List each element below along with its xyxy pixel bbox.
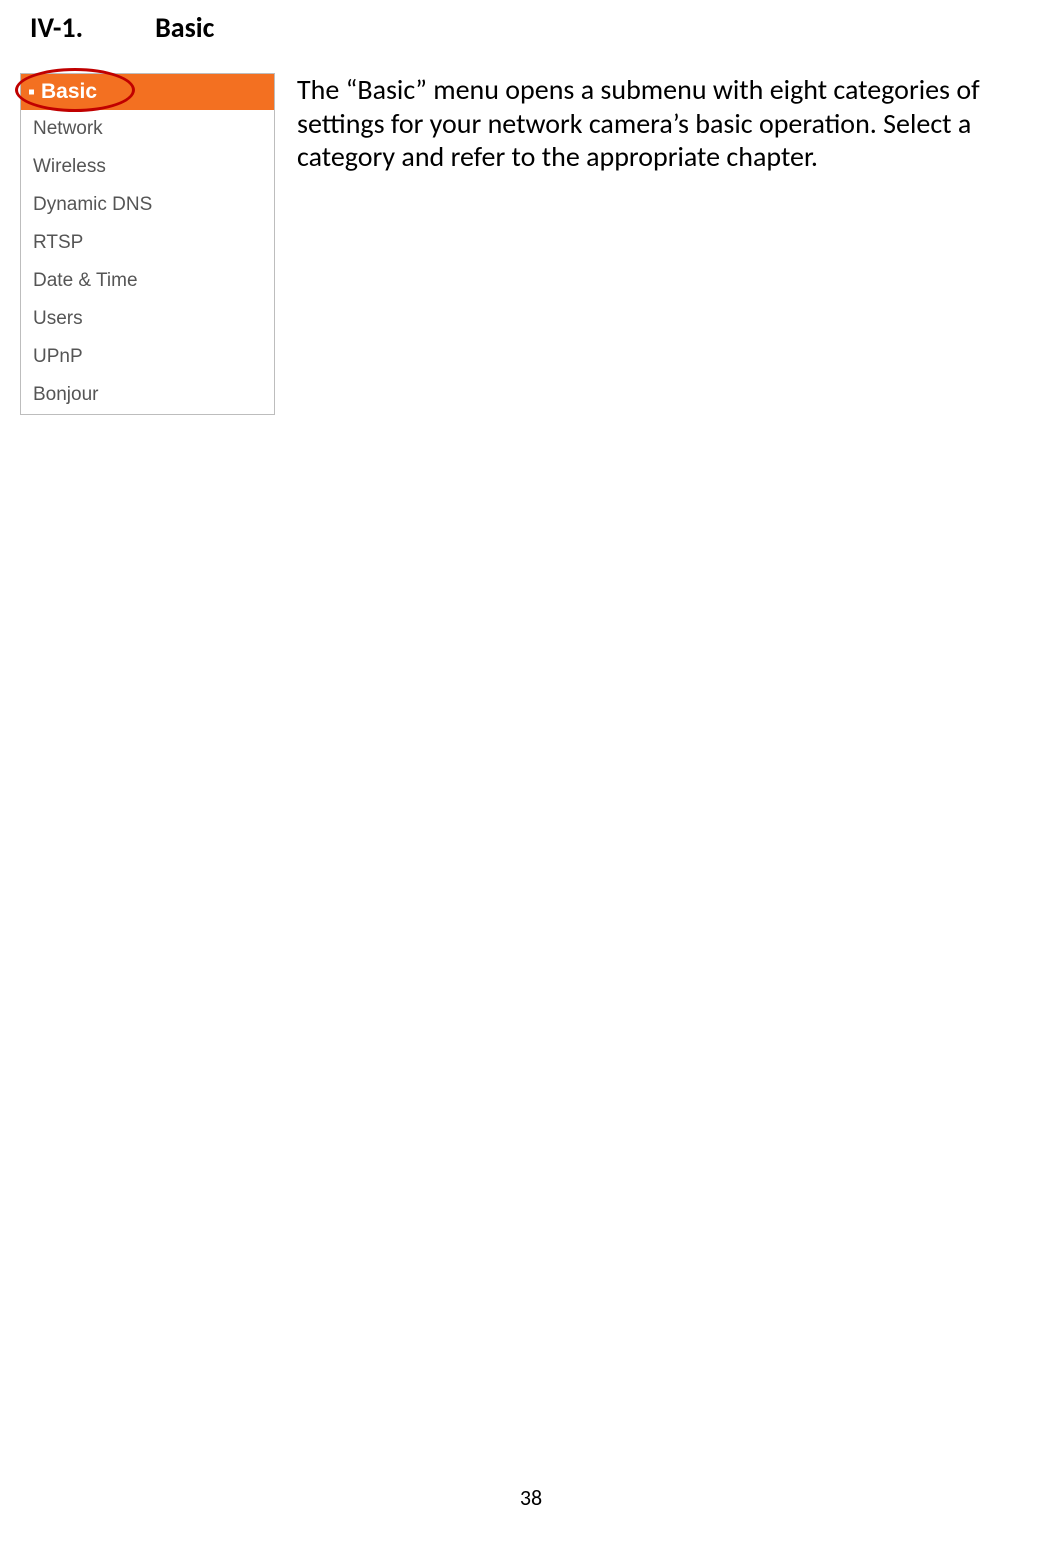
menu-item-bonjour[interactable]: Bonjour (21, 376, 274, 414)
menu-item-users[interactable]: Users (21, 300, 274, 338)
heading-title: Basic (155, 10, 214, 45)
menu-item-dynamic-dns[interactable]: Dynamic DNS (21, 186, 274, 224)
content-row: Basic Network Wireless Dynamic DNS RTSP … (20, 73, 1042, 415)
menu-items-list: Network Wireless Dynamic DNS RTSP Date &… (21, 110, 274, 414)
heading-number: IV-1. (30, 10, 83, 45)
menu-item-upnp[interactable]: UPnP (21, 338, 274, 376)
page-number: 38 (520, 1484, 542, 1511)
menu-header-basic[interactable]: Basic (21, 74, 274, 110)
menu-item-date-time[interactable]: Date & Time (21, 262, 274, 300)
section-description: The “Basic” menu opens a submenu with ei… (297, 73, 1042, 174)
menu-item-wireless[interactable]: Wireless (21, 148, 274, 186)
menu-header-label: Basic (41, 80, 97, 104)
menu-item-rtsp[interactable]: RTSP (21, 224, 274, 262)
menu-item-network[interactable]: Network (21, 110, 274, 148)
basic-menu: Basic Network Wireless Dynamic DNS RTSP … (20, 73, 275, 415)
section-heading: IV-1. Basic (20, 10, 1042, 45)
